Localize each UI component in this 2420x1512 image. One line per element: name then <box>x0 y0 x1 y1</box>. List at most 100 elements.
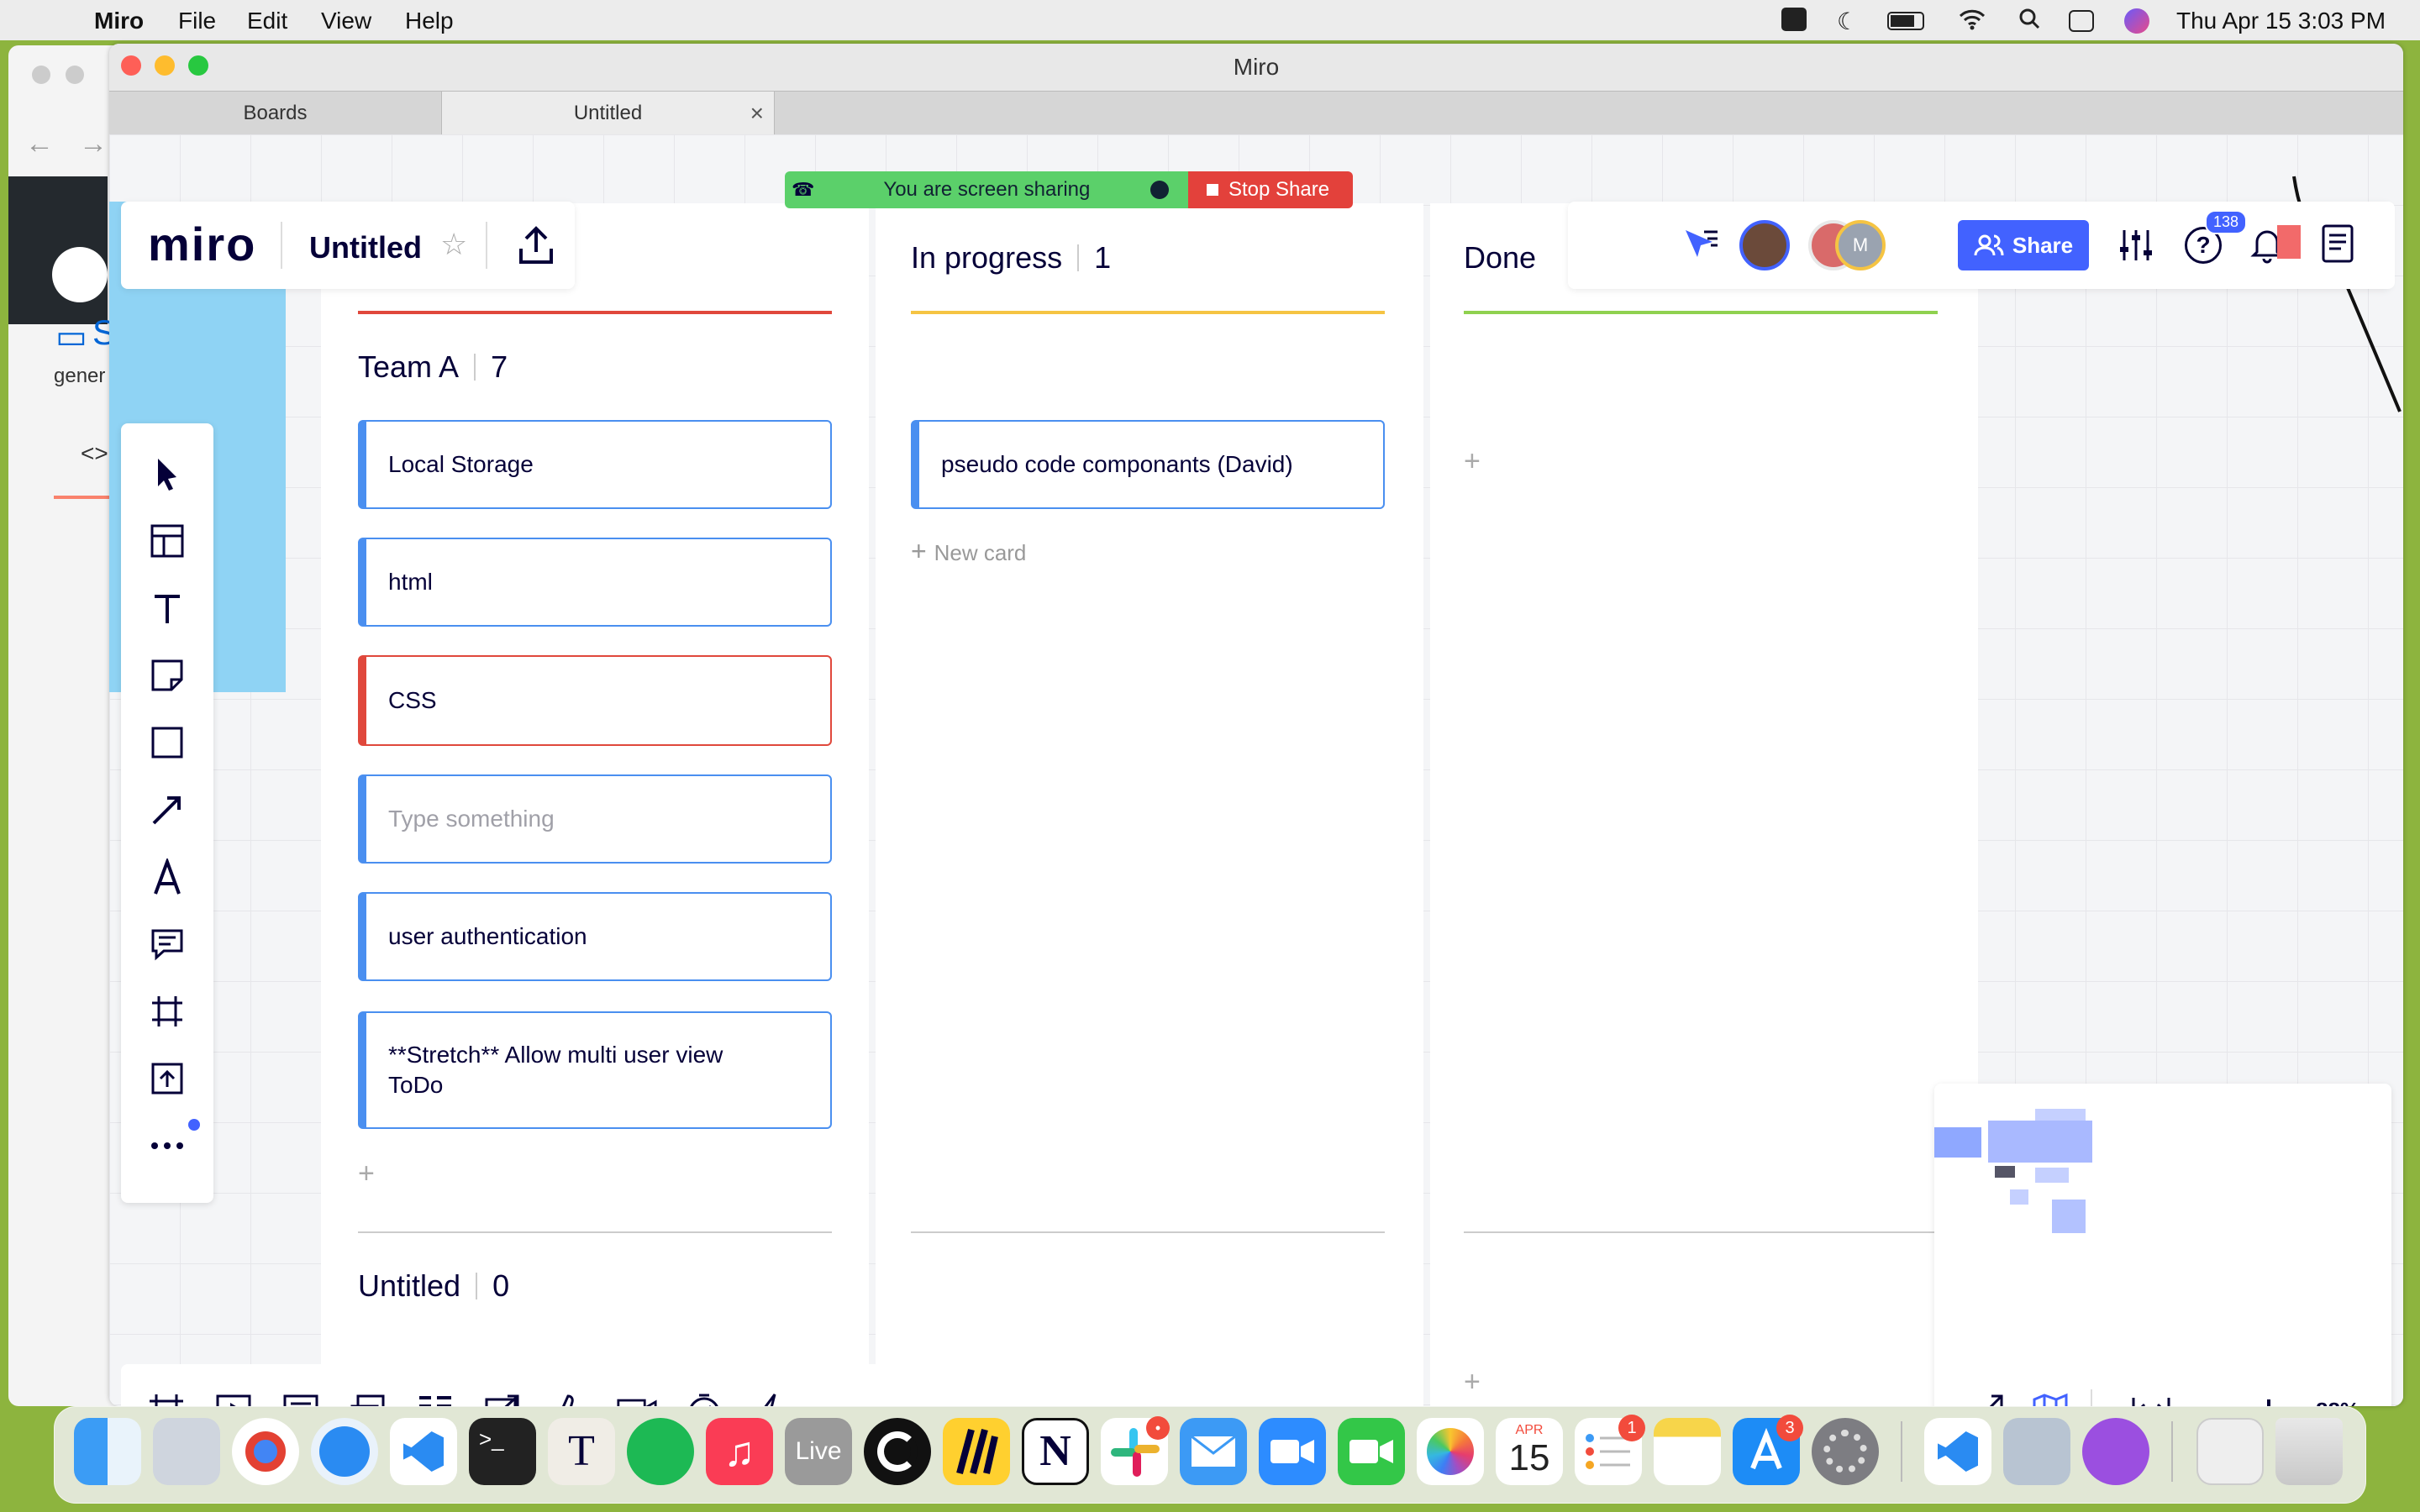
miro-dock-icon[interactable] <box>943 1418 1010 1485</box>
thumbs-up-icon[interactable] <box>550 1391 590 1406</box>
code-icon[interactable]: <> <box>81 440 108 467</box>
zoom-out-icon[interactable] <box>2195 1393 2225 1406</box>
minimap-panel[interactable] <box>1934 1084 2391 1406</box>
kanban-card[interactable]: Type something <box>358 774 832 864</box>
frame-icon[interactable] <box>150 995 184 1028</box>
notes-app-icon[interactable] <box>1654 1418 1721 1485</box>
ableton-live-icon[interactable]: Live <box>785 1418 852 1485</box>
sticky-note-icon[interactable] <box>150 659 184 692</box>
shape-rectangle-icon[interactable] <box>150 726 184 759</box>
finder-icon[interactable] <box>74 1418 141 1485</box>
vscode-icon[interactable] <box>390 1418 457 1485</box>
swimlane-header-untitled[interactable]: Untitled 0 <box>358 1268 509 1304</box>
preview-icon[interactable] <box>2003 1418 2070 1485</box>
share-button[interactable]: Share <box>1958 220 2089 270</box>
connection-line-icon[interactable] <box>150 793 184 827</box>
menu-edit[interactable]: Edit <box>247 8 287 34</box>
kanban-icon[interactable] <box>415 1391 455 1406</box>
board-canvas[interactable]: In progress 1 Done Team A7 Local Storage … <box>109 134 2403 1406</box>
lightning-icon[interactable] <box>751 1391 792 1406</box>
avatar[interactable] <box>1739 220 1790 270</box>
add-card-icon[interactable]: + <box>1464 445 1481 478</box>
downloads-stack-icon[interactable] <box>2196 1418 2264 1485</box>
terminal-icon[interactable]: >_ <box>469 1418 536 1485</box>
menu-view[interactable]: View <box>321 8 371 34</box>
spotlight-icon[interactable] <box>2018 8 2040 29</box>
github-logo-icon[interactable] <box>52 247 108 302</box>
miro-logo[interactable]: miro <box>148 217 256 271</box>
new-card-button[interactable]: + New card <box>911 536 1026 567</box>
add-card-icon[interactable]: + <box>358 1158 375 1190</box>
back-arrow-icon[interactable]: ← <box>25 128 54 160</box>
star-icon[interactable]: ☆ <box>440 227 467 262</box>
menu-app[interactable]: Miro <box>94 8 144 34</box>
chrome-icon[interactable] <box>232 1418 299 1485</box>
comments-icon[interactable] <box>281 1391 321 1406</box>
zoom-in-icon[interactable] <box>2254 1393 2284 1406</box>
fullscreen-icon[interactable] <box>1968 1393 2005 1406</box>
share-screen-icon[interactable] <box>482 1391 523 1406</box>
safari-icon[interactable] <box>311 1418 378 1485</box>
pen-icon[interactable] <box>150 858 184 895</box>
frames-icon[interactable] <box>146 1391 187 1406</box>
column-header-done[interactable]: Done <box>1464 240 1536 276</box>
zoom-status-icon[interactable] <box>1781 8 1807 31</box>
presentation-icon[interactable] <box>213 1391 254 1406</box>
add-card-icon[interactable]: + <box>1464 1366 1481 1399</box>
video-icon[interactable] <box>617 1391 657 1406</box>
spotify-icon[interactable] <box>627 1418 694 1485</box>
trash-icon[interactable] <box>2275 1418 2343 1485</box>
bg-minimize-button[interactable] <box>66 66 84 84</box>
system-preferences-icon[interactable] <box>1812 1418 1879 1485</box>
kanban-card[interactable]: user authentication <box>358 892 832 981</box>
cards-icon[interactable] <box>348 1391 388 1406</box>
zoom-level[interactable]: 88% <box>2316 1398 2360 1406</box>
avatar[interactable]: M <box>1835 220 1886 270</box>
kanban-card[interactable]: html <box>358 538 832 627</box>
notion-icon[interactable]: N <box>1022 1418 1089 1485</box>
timer-icon[interactable] <box>684 1391 724 1406</box>
circle-c-app-icon[interactable] <box>864 1418 931 1485</box>
text-tool-icon[interactable] <box>150 591 184 625</box>
column-header-inprogress[interactable]: In progress 1 <box>911 240 1111 276</box>
menu-file[interactable]: File <box>178 8 216 34</box>
map-icon[interactable] <box>2032 1393 2069 1406</box>
tab-untitled[interactable]: Untitled × <box>442 92 775 135</box>
kanban-card[interactable]: CSS <box>358 655 832 746</box>
more-icon[interactable] <box>150 1129 184 1163</box>
kanban-card[interactable]: Local Storage <box>358 420 832 509</box>
notes-icon[interactable] <box>2321 223 2354 264</box>
export-icon[interactable] <box>518 225 555 265</box>
battery-icon[interactable] <box>1887 12 1924 30</box>
music-icon[interactable]: ♫ <box>706 1418 773 1485</box>
board-title[interactable]: Untitled <box>309 230 422 265</box>
select-cursor-icon[interactable] <box>150 457 184 491</box>
upload-icon[interactable] <box>150 1062 184 1095</box>
mail-icon[interactable] <box>1180 1418 1247 1485</box>
calendar-icon[interactable]: APR 15 <box>1496 1418 1563 1485</box>
podcasts-icon[interactable] <box>2082 1418 2149 1485</box>
kanban-card[interactable]: pseudo code componants (David) <box>911 420 1385 509</box>
comment-icon[interactable] <box>150 927 184 961</box>
typora-icon[interactable]: T <box>548 1418 615 1485</box>
zoom-app-icon[interactable] <box>1259 1418 1326 1485</box>
cursor-filter-icon[interactable] <box>1682 227 1719 260</box>
clock-text[interactable]: Thu Apr 15 3:03 PM <box>2176 8 2386 34</box>
share-drag-icon[interactable]: ☎ <box>792 179 814 201</box>
launchpad-icon[interactable] <box>153 1418 220 1485</box>
vscode-icon[interactable] <box>1924 1418 1991 1485</box>
stop-share-button[interactable]: Stop Share <box>1188 171 1353 208</box>
collapse-icon[interactable]: « <box>818 1391 859 1407</box>
siri-icon[interactable] <box>2124 8 2149 34</box>
moon-icon[interactable]: ☾ <box>1837 8 1858 35</box>
wifi-icon[interactable] <box>1958 8 1986 31</box>
photos-icon[interactable] <box>1417 1418 1484 1485</box>
kanban-card[interactable]: **Stretch** Allow multi user view ToDo <box>358 1011 832 1129</box>
bg-close-button[interactable] <box>32 66 50 84</box>
swimlane-header-team-a[interactable]: Team A 7 <box>358 349 508 385</box>
templates-icon[interactable] <box>150 524 184 558</box>
menu-help[interactable]: Help <box>405 8 454 34</box>
settings-sliders-icon[interactable] <box>2118 227 2154 264</box>
tab-boards[interactable]: Boards <box>109 92 442 135</box>
fit-to-screen-icon[interactable] <box>2131 1393 2171 1406</box>
